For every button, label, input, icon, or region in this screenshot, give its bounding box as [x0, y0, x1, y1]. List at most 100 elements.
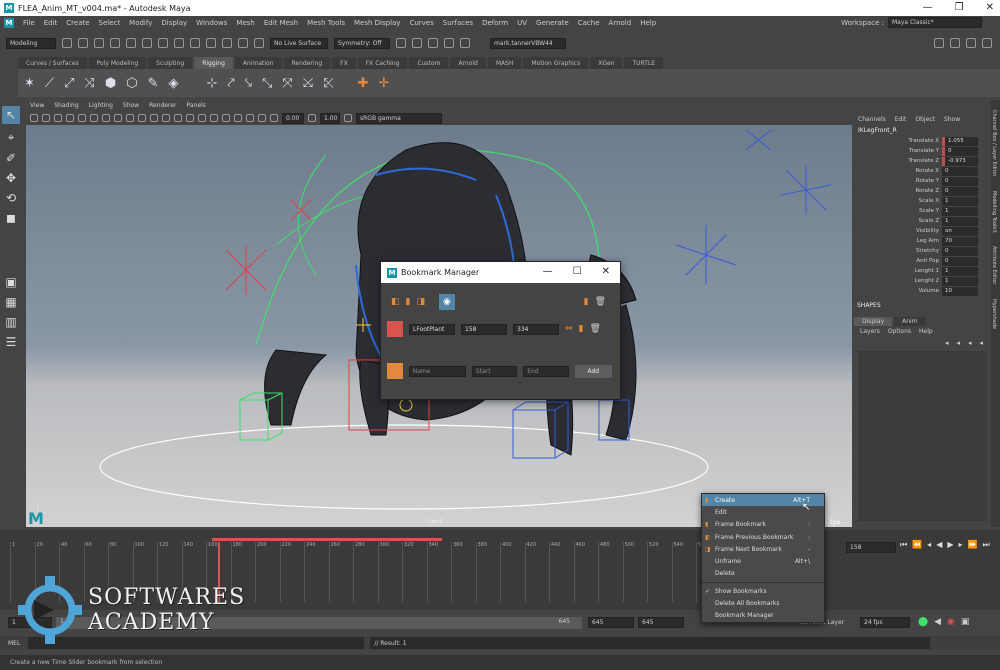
rotate-tool-icon[interactable]: ⟲ [6, 191, 16, 205]
open-scene-icon[interactable] [78, 38, 88, 48]
channel-value-field[interactable]: 70 [942, 236, 978, 246]
channel-value-field[interactable]: 0 [942, 256, 978, 266]
image-plane-icon[interactable] [54, 114, 62, 122]
channel-value-field[interactable]: 0 [942, 186, 978, 196]
menu-arnold[interactable]: Arnold [609, 19, 632, 27]
menu-item-frame-previous[interactable]: ◧ Frame Previous Bookmark: [702, 531, 824, 543]
bm-minimize-button[interactable]: — [543, 266, 553, 277]
user-account-dropdown[interactable]: mark.tannerVBW44 [490, 37, 566, 49]
snap-curve-icon[interactable] [206, 38, 216, 48]
step-forward-frame-icon[interactable]: ▸ [959, 540, 963, 550]
xray-joints-icon[interactable] [258, 114, 266, 122]
end-frame-field[interactable]: 645 [638, 617, 684, 628]
bookmark-range-bar[interactable] [212, 538, 442, 541]
layer-tab-anim[interactable]: Anim [894, 317, 926, 326]
select-tool-icon[interactable]: ↖ [2, 106, 20, 124]
visibility-toggle-icon[interactable]: ◉ [438, 294, 455, 310]
bookmark-name-field[interactable]: LFootPlant [409, 323, 455, 335]
view-transform-dropdown[interactable]: sRGB gamma [356, 112, 442, 124]
channel-value-field[interactable]: 1.055 [942, 136, 978, 146]
paint-select-icon[interactable]: ✐ [6, 151, 16, 165]
menu-item-show-bookmarks[interactable]: ✓ Show Bookmarks [702, 585, 824, 597]
orient-joint-icon[interactable]: ⤨ [84, 76, 94, 91]
bm-close-button[interactable]: ✕ [602, 266, 610, 277]
menu-windows[interactable]: Windows [196, 19, 227, 27]
channel-row[interactable]: Rotate X0 [854, 166, 991, 176]
geometry-constraint-icon[interactable]: ⤪ [323, 76, 333, 91]
textured-icon[interactable] [174, 114, 182, 122]
menu-edit[interactable]: Edit [44, 19, 58, 27]
shelf-tab-rigging[interactable]: Rigging [194, 57, 233, 69]
channel-value-field[interactable]: 0 [942, 246, 978, 256]
channel-value-field[interactable]: 0 [942, 146, 978, 156]
cb-edit-menu[interactable]: Edit [895, 116, 907, 123]
menu-help[interactable]: Help [640, 19, 656, 27]
bookmark-flag-icon[interactable]: ▮ [579, 324, 584, 334]
bind-skin-icon[interactable]: ⬢ [105, 76, 116, 91]
single-perspective-icon[interactable]: ▣ [5, 275, 16, 289]
parent-constraint-icon[interactable]: ⤧ [282, 76, 292, 91]
channel-row[interactable]: Lenght 11 [854, 266, 991, 276]
move-tool-icon[interactable]: ✥ [6, 171, 16, 185]
xray-icon[interactable] [246, 114, 254, 122]
scale-tool-icon[interactable]: ◼ [6, 211, 16, 225]
channel-box-icon[interactable] [982, 38, 992, 48]
exposure-field[interactable]: 0.00 [282, 112, 304, 124]
menu-item-frame-bookmark[interactable]: ▮ Frame Bookmark: [702, 519, 824, 531]
smooth-bind-icon[interactable]: ⬡ [126, 76, 137, 91]
two-pane-icon[interactable]: ▥ [5, 315, 16, 329]
maya-menu-logo-icon[interactable]: M [4, 18, 14, 28]
lights-icon[interactable] [186, 114, 194, 122]
bm-delete-all-icon[interactable]: 🗑 [595, 297, 606, 307]
shelf-tab-fx[interactable]: FX [332, 57, 356, 69]
channel-value-field[interactable]: 1 [942, 196, 978, 206]
shelf-tab-xgen[interactable]: XGen [590, 57, 623, 69]
cb-show-menu[interactable]: Show [944, 116, 960, 123]
step-forward-key-icon[interactable]: ⏩ [968, 540, 978, 550]
grid-toggle-icon[interactable] [66, 114, 74, 122]
camera-attributes-icon[interactable] [30, 114, 38, 122]
menu-uv[interactable]: UV [517, 19, 527, 27]
live-surface-field[interactable]: No Live Surface [270, 37, 328, 49]
menu-edit-mesh[interactable]: Edit Mesh [264, 19, 298, 27]
add-bookmark-button[interactable]: Add [574, 364, 612, 378]
channel-value-field[interactable]: on [942, 226, 978, 236]
channel-row[interactable]: Translate X 1.055 [854, 136, 991, 146]
step-back-key-icon[interactable]: ⏪ [912, 540, 922, 550]
bookmark-end-field[interactable]: 334 [513, 323, 559, 335]
side-tab-modelling-toolkit[interactable]: Modelling Toolkit [991, 191, 997, 233]
channel-row[interactable]: Visibility on [854, 226, 991, 236]
shelf-tab-poly-modeling[interactable]: Poly Modeling [88, 57, 147, 69]
maximize-button[interactable]: ❐ [955, 2, 964, 13]
anti-aliasing-icon[interactable] [222, 114, 230, 122]
channel-value-field[interactable]: 1 [942, 266, 978, 276]
channel-row[interactable]: Leg Aim 70 [854, 236, 991, 246]
ipr-render-icon[interactable] [412, 38, 422, 48]
bookmark-start-field[interactable]: 158 [461, 323, 507, 335]
modeling-toolkit-icon[interactable] [934, 38, 944, 48]
panel-menu-renderer[interactable]: Renderer [149, 102, 176, 109]
bm-bookmark-icon[interactable]: ▮ [584, 297, 589, 307]
side-tab-hypershade[interactable]: Hypershade [991, 299, 997, 329]
snap-view-icon[interactable] [238, 38, 248, 48]
side-tab-channel-box[interactable]: Channel Box / Layer Editor [991, 110, 997, 177]
panel-menu-lighting[interactable]: Lighting [89, 102, 113, 109]
play-backward-icon[interactable]: ◀ [936, 540, 942, 550]
menu-select[interactable]: Select [99, 19, 121, 27]
layer-list[interactable] [858, 351, 987, 521]
smooth-shade-icon[interactable] [162, 114, 170, 122]
aim-constraint-icon[interactable]: ⤤ [227, 76, 234, 91]
ik-handle-icon[interactable]: ⟋ [45, 76, 54, 91]
menu-mesh-tools[interactable]: Mesh Tools [307, 19, 345, 27]
snap-surface-icon[interactable] [254, 38, 264, 48]
select-component-icon[interactable] [174, 38, 184, 48]
symmetry-dropdown[interactable]: Symmetry: Off [334, 37, 390, 49]
go-to-start-icon[interactable]: ⏮ [900, 540, 907, 550]
isolate-select-icon[interactable] [234, 114, 242, 122]
channel-value-field[interactable]: 10 [942, 286, 978, 296]
shelf-tab-sculpting[interactable]: Sculpting [148, 57, 193, 69]
workspace-dropdown[interactable]: Maya Classic* [888, 17, 982, 28]
go-to-end-icon[interactable]: ⏭ [982, 540, 989, 550]
menu-surfaces[interactable]: Surfaces [443, 19, 473, 27]
point-constraint-icon[interactable]: ⊹ [206, 76, 217, 91]
